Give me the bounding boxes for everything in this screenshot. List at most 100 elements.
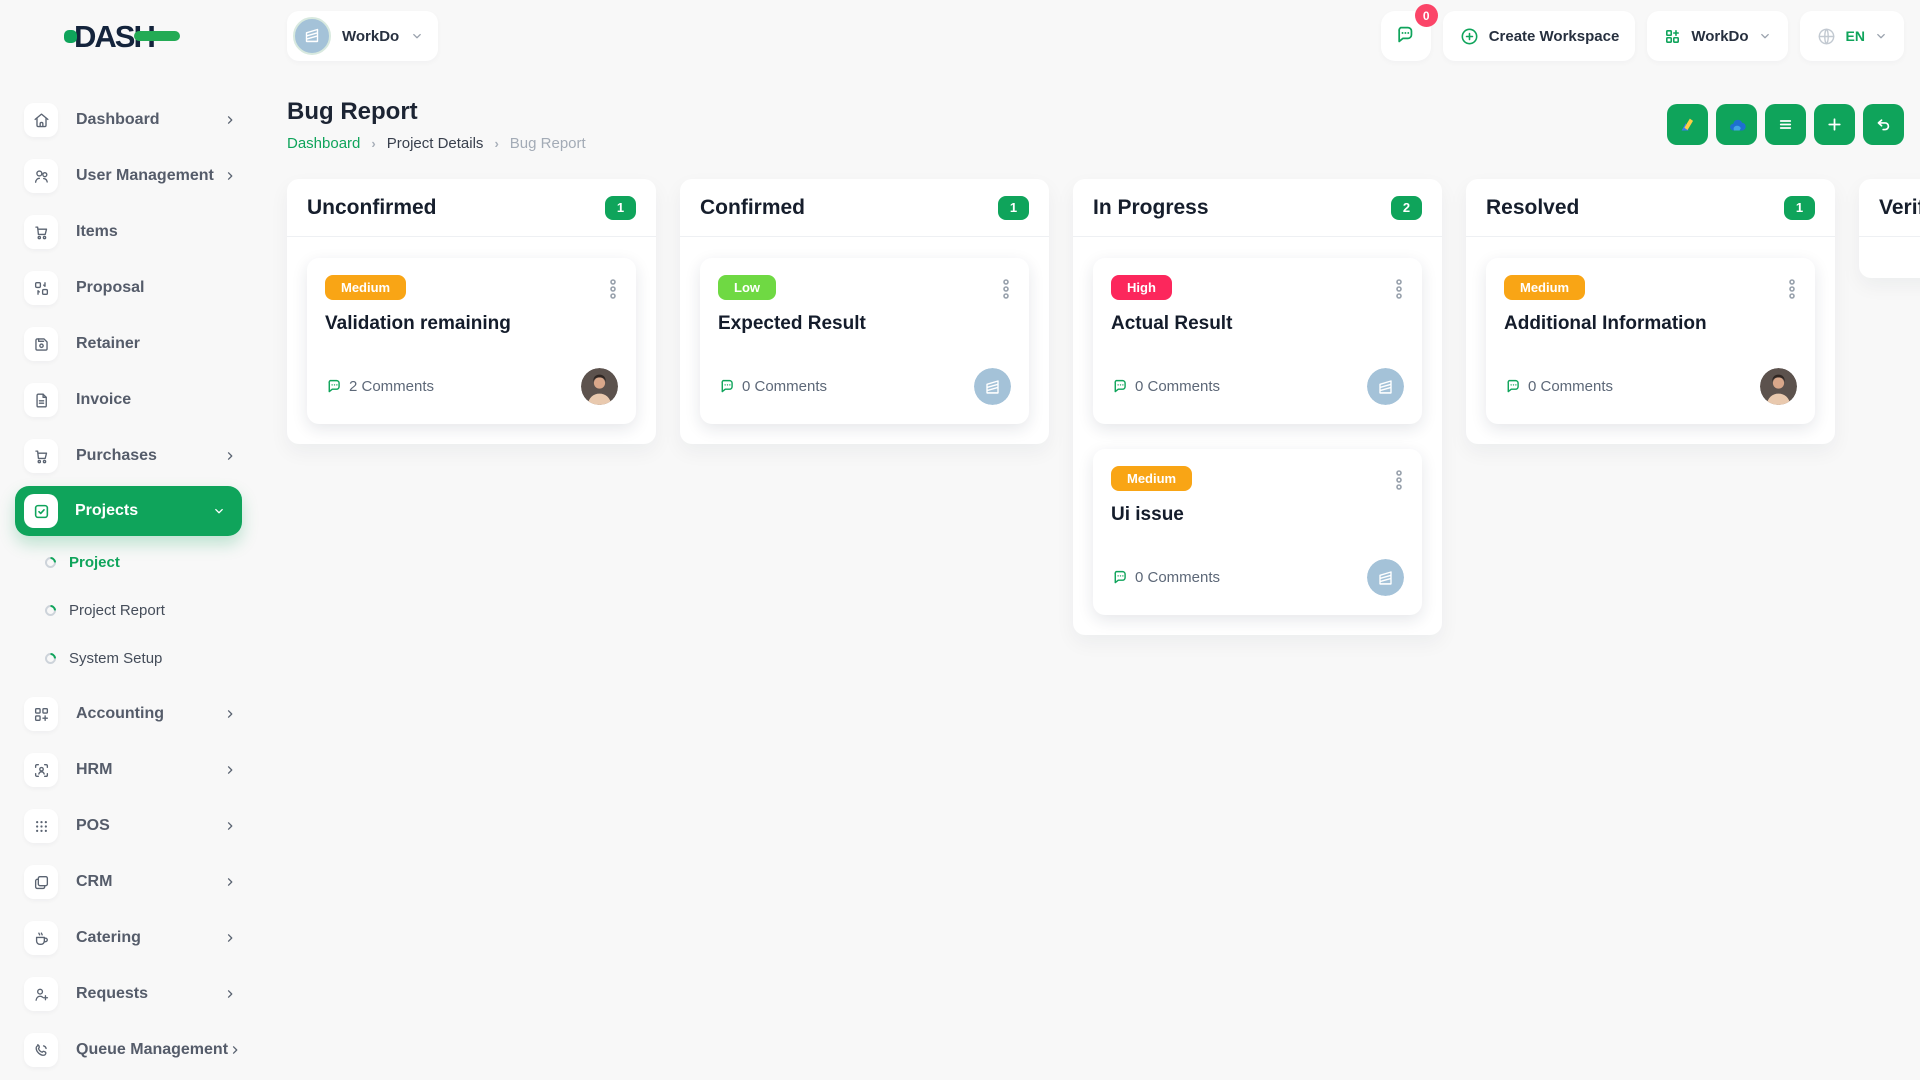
- comments-count: 0 Comments: [1504, 377, 1613, 396]
- chevron-right-icon: [223, 113, 237, 127]
- card-menu-button[interactable]: [1781, 274, 1803, 307]
- drive-icon: [1677, 114, 1699, 136]
- user-focus-icon: [24, 753, 58, 787]
- comment-icon: [1111, 568, 1130, 587]
- kanban-card[interactable]: MediumValidation remaining2 Comments: [307, 258, 636, 424]
- chevron-right-icon: [223, 875, 237, 889]
- kanban-card[interactable]: MediumUi issue0 Comments: [1093, 449, 1422, 615]
- sidebar-item-crm[interactable]: CRM: [0, 854, 257, 910]
- drive-button[interactable]: [1667, 104, 1708, 145]
- circle-plus-icon: [1459, 26, 1480, 47]
- sidebar-item-dashboard[interactable]: Dashboard: [0, 92, 257, 148]
- sidebar-item-label: User Management: [76, 167, 223, 185]
- column-count-badge: 1: [1784, 196, 1815, 220]
- page-title: Bug Report: [287, 98, 586, 126]
- sidebar-item-label: Queue Management: [76, 1041, 228, 1059]
- card-footer: 2 Comments: [325, 368, 618, 405]
- priority-badge: Low: [718, 275, 776, 300]
- sidebar-item-label: Proposal: [76, 279, 237, 297]
- sidebar-subitem-label: Project: [69, 554, 120, 571]
- globe-icon: [1816, 26, 1837, 47]
- sidebar-item-label: Catering: [76, 929, 223, 947]
- sidebar-item-user-management[interactable]: User Management: [0, 148, 257, 204]
- column-header: Unconfirmed1: [287, 179, 656, 236]
- kebab-icon: [1392, 288, 1406, 303]
- page-header: Bug Report Dashboard›Project Details›Bug…: [287, 98, 1920, 152]
- breadcrumb: Dashboard›Project Details›Bug Report: [287, 135, 586, 152]
- coffee-icon: [24, 921, 58, 955]
- card-footer: 0 Comments: [1111, 559, 1404, 596]
- card-title: Validation remaining: [325, 313, 618, 335]
- workspace-avatar: [293, 17, 331, 55]
- chevron-right-icon: [223, 819, 237, 833]
- app-switcher-button[interactable]: WorkDo: [1647, 11, 1787, 61]
- main-content: Bug Report Dashboard›Project Details›Bug…: [257, 72, 1920, 1080]
- sidebar-item-accounting[interactable]: Accounting: [0, 686, 257, 742]
- priority-badge: High: [1111, 275, 1172, 300]
- kanban-column-in-progress: In Progress2 HighActual Result0 Comments M…: [1073, 179, 1442, 635]
- kebab-icon: [999, 288, 1013, 303]
- comment-icon: [1504, 377, 1523, 396]
- breadcrumb-separator: ›: [371, 136, 375, 151]
- board-toolbar: [1667, 104, 1904, 145]
- kanban-card[interactable]: MediumAdditional Information0 Comments: [1486, 258, 1815, 424]
- plus-button[interactable]: [1814, 104, 1855, 145]
- sidebar-subitem-project[interactable]: Project: [0, 538, 257, 586]
- sidebar-item-items[interactable]: Items: [0, 204, 257, 260]
- chevron-right-icon: [223, 449, 237, 463]
- sidebar-item-requests[interactable]: Requests: [0, 966, 257, 1022]
- kanban-card[interactable]: HighActual Result0 Comments: [1093, 258, 1422, 424]
- undo-button[interactable]: [1863, 104, 1904, 145]
- assignee-avatar: [1760, 368, 1797, 405]
- kanban-column-verified: Verified: [1859, 179, 1920, 278]
- column-title: Confirmed: [700, 196, 805, 220]
- sidebar-subitem-system-setup[interactable]: System Setup: [0, 634, 257, 682]
- list-icon: [1775, 114, 1796, 135]
- chevron-right-icon: [223, 987, 237, 1001]
- cart-icon: [24, 439, 58, 473]
- users-icon: [24, 159, 58, 193]
- sidebar-item-label: Requests: [76, 985, 223, 1003]
- save-icon: [24, 327, 58, 361]
- topbar: WorkDo 0 Create Workspace WorkDo EN: [257, 0, 1920, 72]
- kanban-card[interactable]: LowExpected Result0 Comments: [700, 258, 1029, 424]
- home-icon: [24, 103, 58, 137]
- sidebar-subitem-project-report[interactable]: Project Report: [0, 586, 257, 634]
- sidebar-item-catering[interactable]: Catering: [0, 910, 257, 966]
- sidebar-item-projects[interactable]: Projects: [15, 486, 242, 536]
- messages-button[interactable]: 0: [1381, 11, 1431, 61]
- sidebar-item-pos[interactable]: POS: [0, 798, 257, 854]
- comments-count: 0 Comments: [1111, 568, 1220, 587]
- sidebar-item-proposal[interactable]: Proposal: [0, 260, 257, 316]
- card-menu-button[interactable]: [995, 274, 1017, 307]
- onedrive-button[interactable]: [1716, 104, 1757, 145]
- card-menu-button[interactable]: [1388, 274, 1410, 307]
- sidebar-item-retainer[interactable]: Retainer: [0, 316, 257, 372]
- sidebar-item-invoice[interactable]: Invoice: [0, 372, 257, 428]
- card-menu-button[interactable]: [602, 274, 624, 307]
- column-body: [1859, 236, 1920, 278]
- sidebar-item-queue-management[interactable]: Queue Management: [0, 1022, 257, 1078]
- bullet-icon: [43, 554, 59, 570]
- column-count-badge: 1: [998, 196, 1029, 220]
- onedrive-icon: [1725, 113, 1749, 137]
- sidebar-item-hrm[interactable]: HRM: [0, 742, 257, 798]
- list-button[interactable]: [1765, 104, 1806, 145]
- card-menu-button[interactable]: [1388, 465, 1410, 498]
- column-header: In Progress2: [1073, 179, 1442, 236]
- create-workspace-button[interactable]: Create Workspace: [1443, 11, 1636, 61]
- sidebar-subitem-label: System Setup: [69, 650, 162, 667]
- column-header: Verified: [1859, 179, 1920, 236]
- workspace-selector[interactable]: WorkDo: [287, 11, 438, 61]
- invoice-icon: [24, 383, 58, 417]
- phone-icon: [24, 1033, 58, 1067]
- dots-grid-icon: [24, 809, 58, 843]
- language-selector[interactable]: EN: [1800, 11, 1904, 61]
- breadcrumb-item-project-details[interactable]: Project Details: [387, 135, 484, 152]
- chevron-down-icon: [1758, 29, 1772, 43]
- apps-grid-icon: [1663, 27, 1682, 46]
- column-body: MediumValidation remaining2 Comments: [287, 236, 656, 444]
- sidebar-item-purchases[interactable]: Purchases: [0, 428, 257, 484]
- breadcrumb-item-dashboard[interactable]: Dashboard: [287, 135, 360, 152]
- chevron-down-icon: [212, 504, 226, 518]
